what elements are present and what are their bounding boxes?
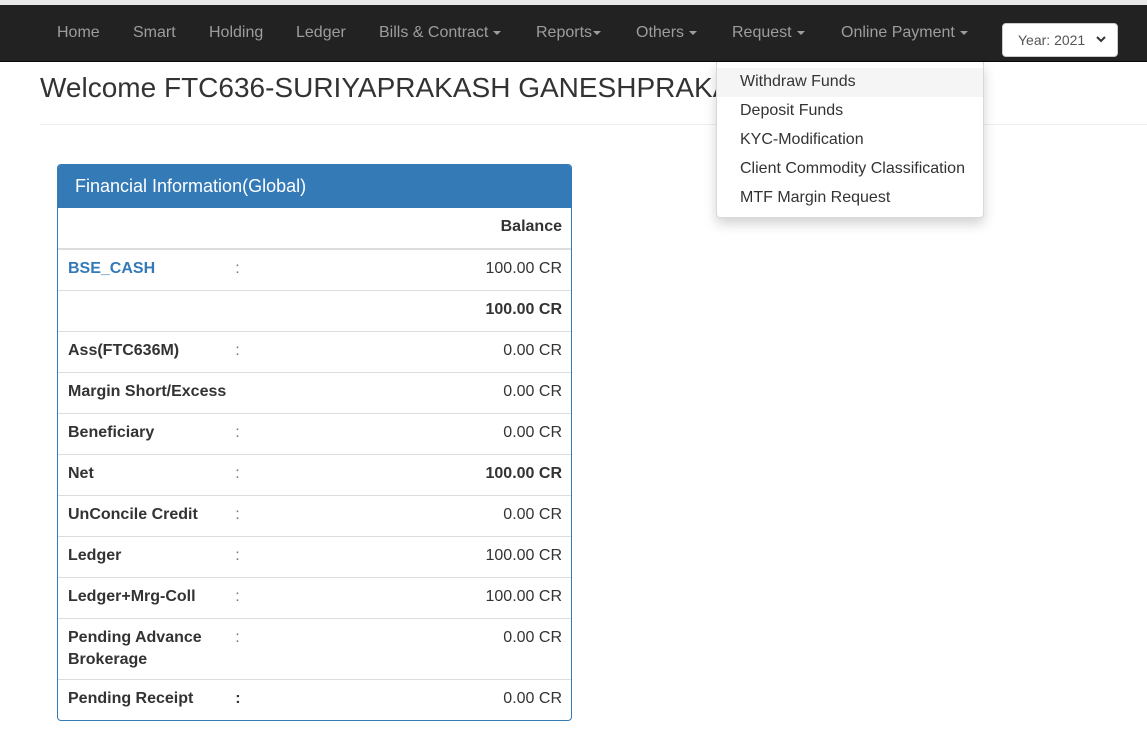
nav-bills-contract-label: Bills & Contract (379, 24, 489, 41)
table-row-pending-receipt: Pending Receipt : 0.00 CR (58, 678, 571, 720)
row-value: 0.00 CR (275, 330, 571, 372)
row-separator: : (235, 494, 276, 536)
row-separator: : (235, 535, 276, 577)
year-select[interactable]: Year: 2021 (1002, 23, 1118, 57)
row-value: 0.00 CR (275, 678, 571, 720)
row-label: Beneficiary (58, 412, 236, 454)
nav-bills-contract[interactable]: Bills & Contract (379, 5, 502, 61)
top-navbar: Home Smart Holding Ledger Bills & Contra… (0, 5, 1147, 62)
row-label (58, 289, 236, 331)
row-label: Ledger (58, 535, 236, 577)
caret-down-icon (959, 30, 968, 35)
menu-item-withdraw-funds[interactable]: Withdraw Funds (717, 68, 983, 97)
row-value: 0.00 CR (275, 371, 571, 413)
row-separator (235, 289, 276, 331)
financial-table: Balance BSE_CASH : 100.00 CR 100.00 CR A… (58, 208, 571, 720)
table-row-beneficiary: Beneficiary : 0.00 CR (58, 412, 571, 454)
row-value: 100.00 CR (275, 576, 571, 618)
row-separator: : (235, 617, 276, 679)
menu-item-mtf-margin-request[interactable]: MTF Margin Request (717, 184, 983, 213)
menu-item-client-commodity-classification[interactable]: Client Commodity Classification (717, 155, 983, 184)
caret-down-icon (593, 30, 602, 35)
nav-holding-label: Holding (209, 24, 264, 41)
nav-request[interactable]: Request (732, 5, 805, 61)
table-row-ledger: Ledger : 100.00 CR (58, 535, 571, 577)
row-value: 0.00 CR (275, 412, 571, 454)
nav-reports[interactable]: Reports (536, 5, 602, 61)
nav-smart[interactable]: Smart (133, 5, 176, 61)
menu-item-deposit-funds[interactable]: Deposit Funds (717, 97, 983, 126)
nav-online-payment[interactable]: Online Payment (841, 5, 968, 61)
row-separator: : (235, 453, 276, 495)
row-label: Pending Receipt (58, 678, 236, 720)
nav-home[interactable]: Home (57, 5, 100, 61)
table-row-margin-short-excess: Margin Short/Excess 0.00 CR (58, 371, 571, 413)
chevron-down-icon (1096, 36, 1106, 43)
row-label: Margin Short/Excess (58, 371, 236, 413)
balance-column-header: Balance (58, 208, 571, 250)
row-label: UnConcile Credit (58, 494, 236, 536)
table-row-bse-cash: BSE_CASH : 100.00 CR (58, 249, 571, 290)
row-separator: : (235, 576, 276, 618)
row-separator: : (235, 260, 240, 277)
table-row-unconcile-credit: UnConcile Credit : 0.00 CR (58, 494, 571, 536)
table-row-pending-advance-brokerage: Pending Advance Brokerage : 0.00 CR (58, 617, 571, 679)
nav-request-label: Request (732, 24, 792, 41)
nav-ledger-label: Ledger (296, 24, 346, 41)
net-value: 100.00 CR (275, 453, 571, 495)
row-value: 100.00 CR (275, 535, 571, 577)
subtotal-value: 100.00 CR (275, 289, 571, 331)
row-separator: : (235, 678, 276, 720)
request-dropdown-menu: Withdraw Funds Deposit Funds KYC-Modific… (716, 62, 984, 218)
row-label: Ledger+Mrg-Coll (58, 576, 236, 618)
row-label: Pending Advance Brokerage (58, 617, 236, 679)
nav-online-payment-label: Online Payment (841, 24, 955, 41)
panel-title: Financial Information(Global) (58, 165, 571, 208)
row-label: Net (58, 453, 236, 495)
table-row-net: Net : 100.00 CR (58, 453, 571, 495)
year-select-value: Year: 2021 (1018, 32, 1086, 48)
row-separator: : (235, 412, 276, 454)
table-header-row: Balance (58, 208, 571, 250)
table-row-subtotal: 100.00 CR (58, 289, 571, 331)
nav-ledger[interactable]: Ledger (296, 5, 346, 61)
caret-down-icon (493, 30, 502, 35)
nav-holding[interactable]: Holding (209, 5, 263, 61)
menu-item-kyc-modification[interactable]: KYC-Modification (717, 126, 983, 155)
row-label: Ass(FTC636M) (58, 330, 236, 372)
nav-others[interactable]: Others (636, 5, 698, 61)
row-separator (235, 371, 276, 413)
nav-smart-label: Smart (133, 24, 176, 41)
row-value: 0.00 CR (275, 617, 571, 679)
table-row-ledger-mrg-coll: Ledger+Mrg-Coll : 100.00 CR (58, 576, 571, 618)
nav-home-label: Home (57, 24, 100, 41)
nav-others-label: Others (636, 24, 685, 41)
row-value: 100.00 CR (485, 260, 563, 277)
nav-reports-label: Reports (536, 24, 593, 41)
row-value: 0.00 CR (275, 494, 571, 536)
table-row-ass: Ass(FTC636M) : 0.00 CR (58, 330, 571, 372)
bse-cash-link[interactable]: BSE_CASH (58, 249, 235, 290)
row-separator: : (235, 330, 276, 372)
page-title: Welcome FTC636-SURIYAPRAKASH GANESHPRAKA… (40, 72, 771, 103)
financial-info-panel: Financial Information(Global) Balance BS… (57, 164, 572, 721)
caret-down-icon (689, 30, 698, 35)
caret-down-icon (796, 30, 805, 35)
